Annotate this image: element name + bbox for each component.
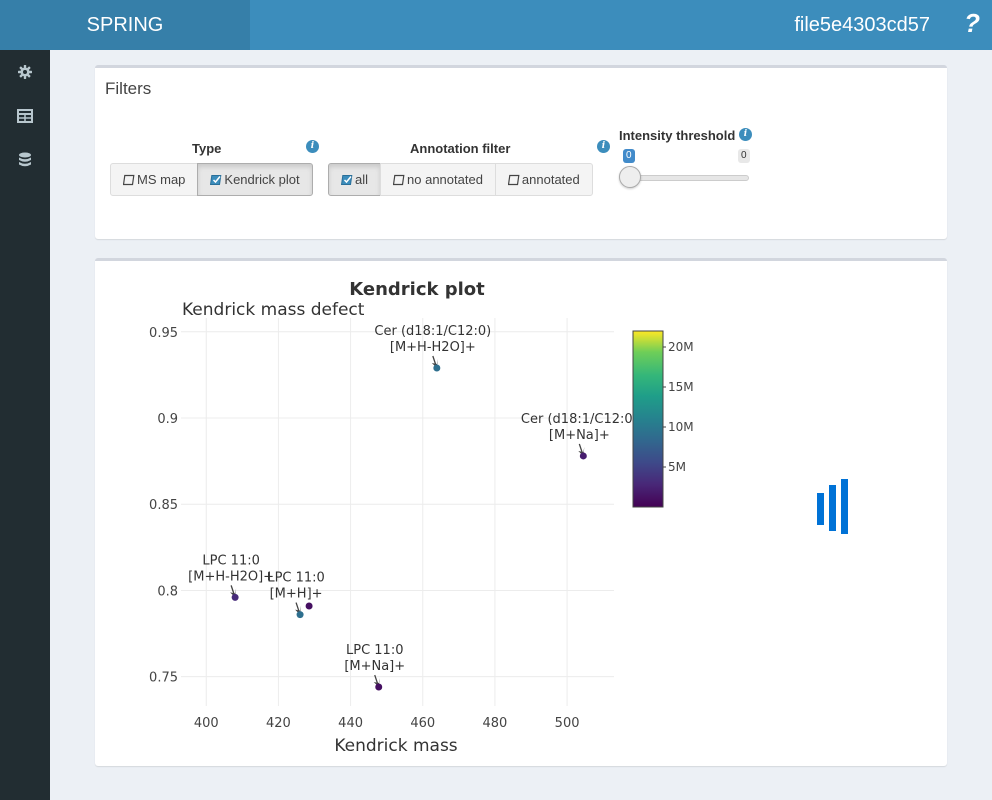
annotation-all-button[interactable]: all: [328, 163, 382, 196]
gear-icon[interactable]: [15, 62, 35, 82]
annotation-button-group: all no annotated annotated: [328, 163, 593, 196]
annotation-info-icon[interactable]: i: [597, 140, 610, 153]
annotation-none-label: no annotated: [407, 172, 483, 187]
intensity-threshold-label: Intensity threshold: [619, 128, 736, 143]
annotation-filter-label: Annotation filter: [410, 141, 511, 156]
table-icon[interactable]: [15, 106, 35, 126]
filters-title: Filters: [105, 79, 152, 98]
type-msmap-label: MS map: [137, 172, 186, 187]
type-label: Type: [192, 141, 222, 156]
type-kendrick-button[interactable]: Kendrick plot: [197, 163, 313, 196]
slider-value-badge: 0: [623, 149, 635, 163]
annotation-annotated-label: annotated: [521, 172, 580, 187]
checkbox-checked-icon: [340, 174, 353, 186]
database-icon[interactable]: [15, 150, 35, 170]
intensity-info-icon[interactable]: i: [739, 128, 752, 141]
app-title[interactable]: SPRING: [0, 0, 250, 50]
slider-max-badge: 0: [738, 149, 750, 163]
type-button-group: MS map Kendrick plot: [110, 163, 313, 196]
type-kendrick-label: Kendrick plot: [224, 172, 300, 187]
checkbox-empty-icon: [507, 174, 520, 186]
annotation-annotated-button[interactable]: annotated: [494, 163, 593, 196]
annotation-none-button[interactable]: no annotated: [380, 163, 496, 196]
checkbox-empty-icon: [122, 174, 135, 186]
checkbox-checked-icon: [210, 174, 222, 186]
intensity-slider-handle[interactable]: [619, 166, 641, 188]
type-info-icon[interactable]: i: [306, 140, 319, 153]
type-msmap-button[interactable]: MS map: [110, 163, 199, 196]
top-bar: SPRING file5e4303cd57 ?: [0, 0, 992, 50]
checkbox-empty-icon: [392, 174, 405, 186]
help-icon[interactable]: ?: [964, 8, 980, 39]
plot-panel: [95, 258, 947, 766]
file-name: file5e4303cd57: [794, 14, 930, 36]
annotation-all-label: all: [355, 172, 369, 187]
filters-panel: Filters Type i MS map Kendrick plot Anno…: [95, 65, 947, 239]
sidebar: [0, 50, 50, 800]
